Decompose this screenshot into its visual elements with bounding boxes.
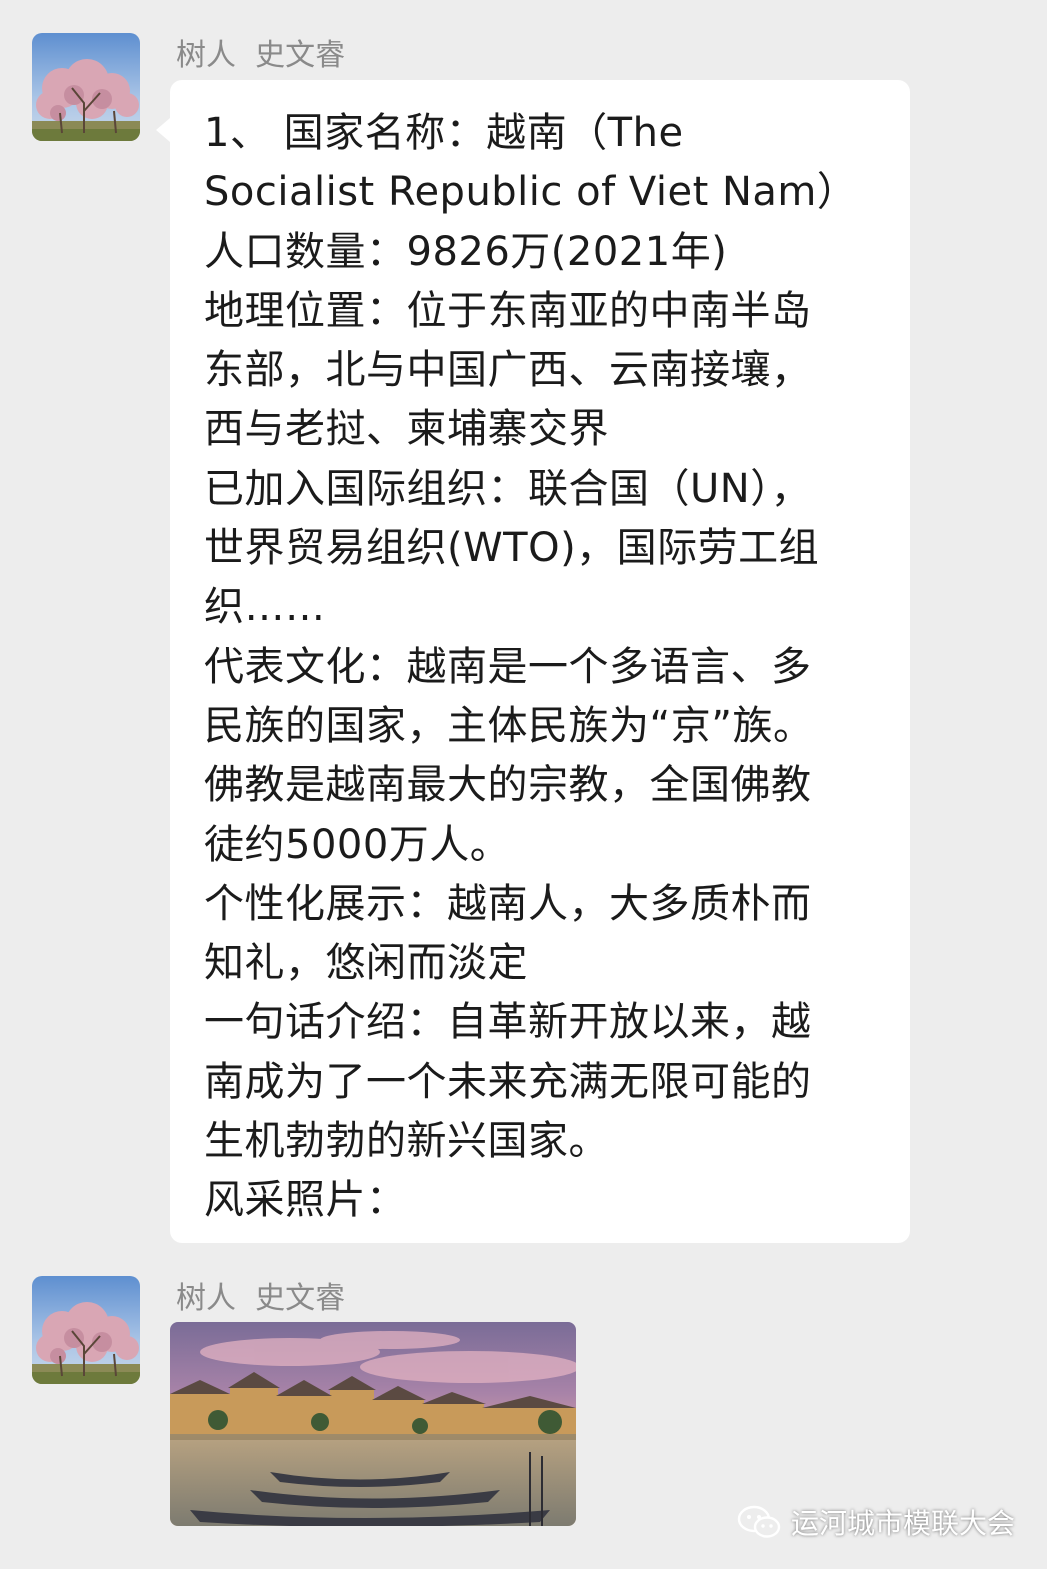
chat-image-message[interactable] bbox=[170, 1322, 576, 1526]
blossom-tree-avatar-image bbox=[32, 33, 140, 141]
message-text-line: 西与老挝、柬埔寨交界 bbox=[204, 406, 609, 453]
message-text-line: 知礼，悠闲而淡定 bbox=[204, 940, 528, 987]
message-text-line: 南成为了一个未来充满无限可能的 bbox=[204, 1058, 812, 1105]
message-text-line: 已加入国际组织：联合国（UN）， bbox=[204, 465, 812, 512]
riverside-town-photo bbox=[170, 1322, 576, 1526]
sender-avatar[interactable] bbox=[32, 1276, 140, 1384]
message-text-line: 一句话介绍：自革新开放以来，越 bbox=[204, 999, 812, 1046]
message-text-line: 生机勃勃的新兴国家。 bbox=[204, 1118, 609, 1165]
message-text-line: 织…… bbox=[204, 584, 326, 631]
sender-avatar[interactable] bbox=[32, 33, 140, 141]
sender-name: 树人 史文睿 bbox=[176, 38, 346, 73]
message-text-line: 风采照片： bbox=[204, 1177, 407, 1224]
message-text-line: 1、 国家名称：越南（The bbox=[204, 110, 684, 156]
watermark-text: 运河城市模联大会 bbox=[790, 1507, 1015, 1540]
message-text-line: 民族的国家，主体民族为“京”族。 bbox=[204, 702, 814, 749]
wechat-icon bbox=[737, 1505, 781, 1538]
message-text-line: 个性化展示：越南人，大多质朴而 bbox=[204, 880, 812, 927]
message-text-line: 代表文化：越南是一个多语言、多 bbox=[204, 643, 812, 690]
message-text-line: 徒约5000万人。 bbox=[204, 821, 511, 868]
message-text-line: 佛教是越南最大的宗教，全国佛教 bbox=[204, 762, 812, 809]
message-text-line: 人口数量：9826万(2021年) bbox=[204, 228, 728, 275]
message-text-line: Socialist Republic of Viet Nam） bbox=[204, 169, 858, 216]
message-text: 1、 国家名称：越南（The Socialist Republic of Viet… bbox=[204, 104, 884, 1231]
message-text-line: 东部，北与中国广西、云南接壤， bbox=[204, 347, 812, 394]
sender-name: 树人 史文睿 bbox=[176, 1281, 346, 1316]
message-text-line: 地理位置：位于东南亚的中南半岛 bbox=[204, 287, 812, 334]
watermark: 运河城市模联大会 bbox=[737, 1500, 1015, 1544]
message-text-line: 世界贸易组织(WTO)，国际劳工组 bbox=[204, 525, 820, 572]
chat-message-bubble[interactable]: 1、 国家名称：越南（The Socialist Republic of Viet… bbox=[156, 80, 910, 1243]
blossom-tree-avatar-image bbox=[32, 1276, 140, 1384]
